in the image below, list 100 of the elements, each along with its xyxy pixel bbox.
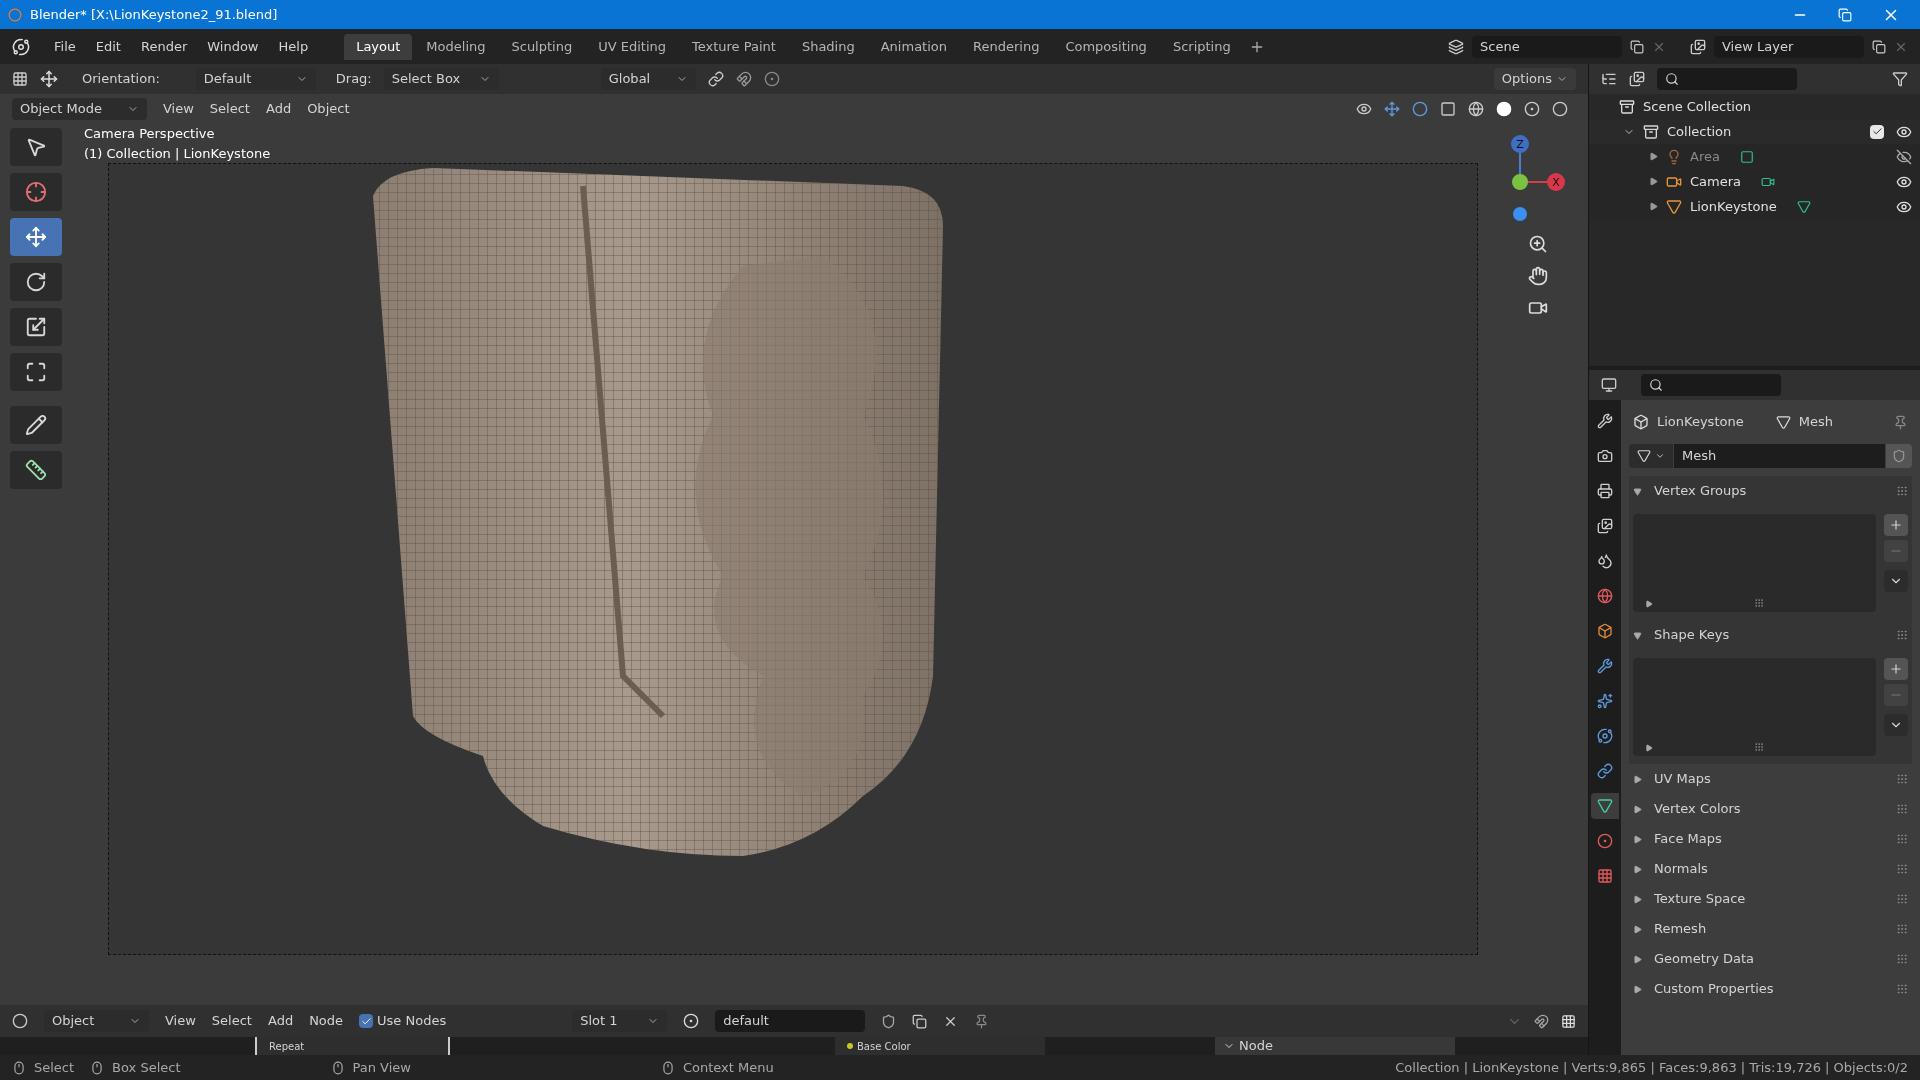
panel-header[interactable]: Geometry Data bbox=[1629, 944, 1912, 974]
workspace-tab[interactable]: Modeling bbox=[414, 33, 498, 60]
menu-item[interactable]: Select bbox=[211, 1011, 252, 1031]
menu-item[interactable]: Add bbox=[265, 99, 292, 119]
new-view-layer-icon[interactable] bbox=[1872, 39, 1886, 54]
scene-field[interactable]: Scene bbox=[1472, 35, 1622, 58]
visibility-icon[interactable] bbox=[1356, 101, 1372, 117]
mesh-name-field[interactable]: Mesh bbox=[1674, 444, 1885, 468]
panel-header[interactable]: UV Maps bbox=[1629, 764, 1912, 794]
tool-button[interactable] bbox=[10, 451, 62, 489]
menu-item[interactable]: Object bbox=[307, 99, 350, 119]
outliner-item[interactable]: LionKeystone bbox=[1690, 196, 1777, 217]
workspace-tab[interactable]: Shading bbox=[789, 33, 867, 60]
blender-menu-icon[interactable] bbox=[12, 37, 30, 56]
snap-icon[interactable] bbox=[1534, 1013, 1549, 1029]
outliner-item[interactable]: Collection bbox=[1667, 121, 1732, 142]
fake-user-icon[interactable] bbox=[881, 1013, 897, 1029]
new-scene-icon[interactable] bbox=[1630, 39, 1644, 54]
display-mode-icon[interactable] bbox=[1601, 71, 1617, 87]
mesh-browse-button[interactable] bbox=[1629, 444, 1673, 468]
use-nodes-checkbox[interactable]: Use Nodes bbox=[359, 1011, 447, 1031]
hand-icon[interactable] bbox=[1528, 266, 1548, 286]
panel-header[interactable]: Custom Properties bbox=[1629, 974, 1912, 1004]
editor-type-icon[interactable] bbox=[12, 1013, 28, 1029]
drag-handle-icon[interactable] bbox=[1896, 773, 1908, 785]
restore-icon[interactable] bbox=[1838, 7, 1852, 22]
view-layer-field[interactable]: View Layer bbox=[1714, 35, 1864, 58]
material-name-field[interactable]: default bbox=[715, 1010, 866, 1032]
eye-closed-icon[interactable] bbox=[1896, 148, 1912, 165]
filter-icon[interactable] bbox=[1892, 71, 1908, 87]
fake-user-button[interactable] bbox=[1886, 444, 1912, 468]
panel-header[interactable]: Face Maps bbox=[1629, 824, 1912, 854]
view-layer-icon[interactable] bbox=[1690, 38, 1706, 55]
orientation-dropdown[interactable]: Default bbox=[195, 68, 316, 90]
tool-button[interactable] bbox=[10, 218, 62, 256]
panel-header[interactable]: Remesh bbox=[1629, 914, 1912, 944]
workspace-tab[interactable]: Layout bbox=[344, 33, 413, 60]
panel-header[interactable]: Vertex Colors bbox=[1629, 794, 1912, 824]
search-field[interactable] bbox=[1657, 68, 1797, 90]
pivot-icon[interactable] bbox=[707, 71, 724, 87]
editor-type-icon[interactable] bbox=[1601, 377, 1617, 393]
duplicate-icon[interactable] bbox=[912, 1013, 928, 1029]
menu-item[interactable]: File bbox=[46, 36, 84, 57]
menu-item[interactable]: Add bbox=[267, 1011, 294, 1031]
outliner-item[interactable]: Scene Collection bbox=[1643, 96, 1752, 117]
panel-header[interactable]: Texture Space bbox=[1629, 884, 1912, 914]
expand-arrow-icon[interactable] bbox=[1649, 177, 1658, 186]
drag-handle-icon[interactable] bbox=[1896, 893, 1908, 905]
menu-item[interactable]: Edit bbox=[87, 36, 129, 57]
proportional-edit-icon[interactable] bbox=[763, 71, 780, 87]
transform-orientation-dropdown[interactable]: Global bbox=[600, 68, 696, 90]
wireframe-shading-icon[interactable] bbox=[1468, 101, 1484, 117]
tool-button[interactable] bbox=[10, 353, 62, 391]
drag-handle-icon[interactable] bbox=[1896, 485, 1908, 497]
tool-button[interactable] bbox=[10, 308, 62, 346]
zoom-icon[interactable] bbox=[1528, 234, 1548, 254]
expand-arrow-icon[interactable] bbox=[1649, 202, 1658, 211]
drag-handle-icon[interactable] bbox=[1896, 833, 1908, 845]
snap-icon[interactable] bbox=[735, 71, 752, 87]
rendered-shading-icon[interactable] bbox=[1552, 101, 1568, 117]
search-field[interactable] bbox=[1641, 374, 1781, 396]
workspace-tab[interactable]: Scripting bbox=[1160, 33, 1243, 60]
mode-dropdown[interactable]: Object Mode bbox=[12, 98, 147, 120]
tool-button[interactable] bbox=[10, 173, 62, 211]
outliner-item[interactable]: Camera bbox=[1690, 171, 1742, 192]
material-browse-icon[interactable] bbox=[683, 1013, 700, 1029]
tool-button[interactable] bbox=[10, 406, 62, 444]
panel-header[interactable]: Normals bbox=[1629, 854, 1912, 884]
workspace-tab[interactable]: Animation bbox=[868, 33, 959, 60]
menu-item[interactable]: View bbox=[165, 1011, 196, 1031]
editor-type-icon[interactable] bbox=[12, 71, 28, 87]
node-dropdown[interactable]: Repeat bbox=[255, 1037, 450, 1055]
collection-checkbox[interactable] bbox=[1870, 124, 1884, 139]
object-type-dropdown[interactable]: Object bbox=[44, 1010, 149, 1032]
specials-button[interactable] bbox=[1884, 570, 1908, 592]
properties-tab[interactable] bbox=[1591, 793, 1619, 819]
panel-header[interactable]: Vertex Groups bbox=[1629, 476, 1912, 506]
scene-icon[interactable] bbox=[1448, 38, 1464, 55]
menu-item[interactable]: View bbox=[163, 99, 194, 119]
workspace-tab[interactable]: Rendering bbox=[961, 33, 1052, 60]
menu-item[interactable]: Render bbox=[132, 36, 196, 57]
expand-arrow-icon[interactable] bbox=[1649, 152, 1658, 161]
resize-handle-icon[interactable] bbox=[1753, 598, 1764, 608]
drag-handle-icon[interactable] bbox=[1896, 863, 1908, 875]
drag-dropdown[interactable]: Select Box bbox=[383, 68, 499, 90]
options-button[interactable]: Options bbox=[1493, 68, 1576, 90]
workspace-tab[interactable]: Compositing bbox=[1053, 33, 1159, 60]
workspace-tab[interactable]: UV Editing bbox=[586, 33, 678, 60]
move-tool-icon[interactable] bbox=[40, 70, 58, 88]
add-button[interactable] bbox=[1884, 514, 1908, 536]
outliner-item[interactable]: Area bbox=[1690, 146, 1720, 167]
drag-handle-icon[interactable] bbox=[1896, 953, 1908, 965]
workspace-tab[interactable]: Sculpting bbox=[499, 33, 585, 60]
material-shading-icon[interactable] bbox=[1524, 101, 1540, 117]
workspace-tab[interactable]: Texture Paint bbox=[680, 33, 788, 60]
menu-item[interactable]: Node bbox=[309, 1011, 344, 1031]
specials-button[interactable] bbox=[1884, 714, 1908, 736]
tool-button[interactable] bbox=[10, 263, 62, 301]
pin-icon[interactable] bbox=[974, 1013, 990, 1029]
slot-dropdown[interactable]: Slot 1 bbox=[572, 1010, 668, 1032]
